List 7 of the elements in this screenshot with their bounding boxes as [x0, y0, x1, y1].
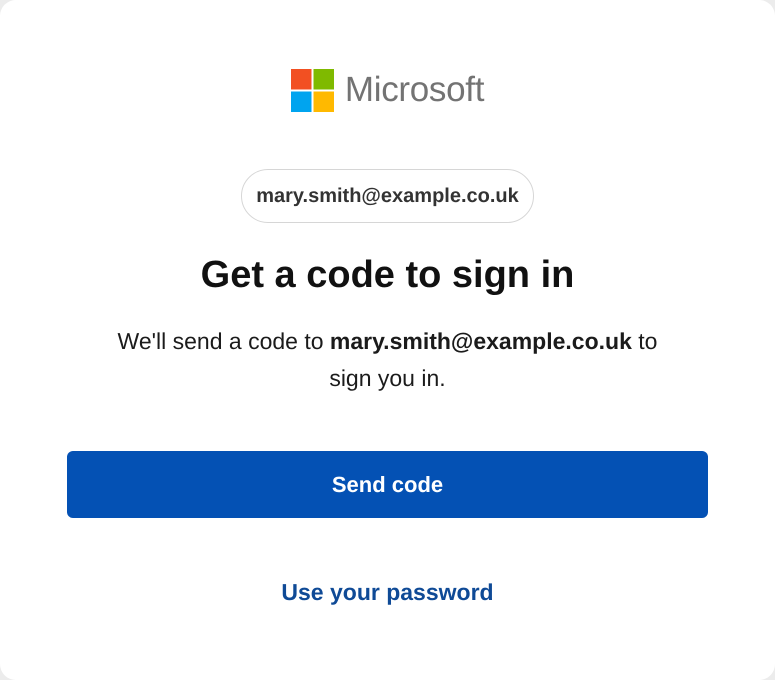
squares-logo-icon: [290, 68, 334, 112]
send-code-button[interactable]: Send code: [67, 451, 708, 518]
account-chip[interactable]: mary.smith@example.co.uk: [241, 169, 534, 223]
logo-wordmark: Microsoft: [344, 70, 484, 110]
message-text: We'll send a code to mary.smith@example.co.uk to sign you in.: [116, 327, 658, 393]
password-link[interactable]: Use your password: [281, 579, 494, 606]
page-heading: Get a code to sign in: [200, 253, 574, 298]
